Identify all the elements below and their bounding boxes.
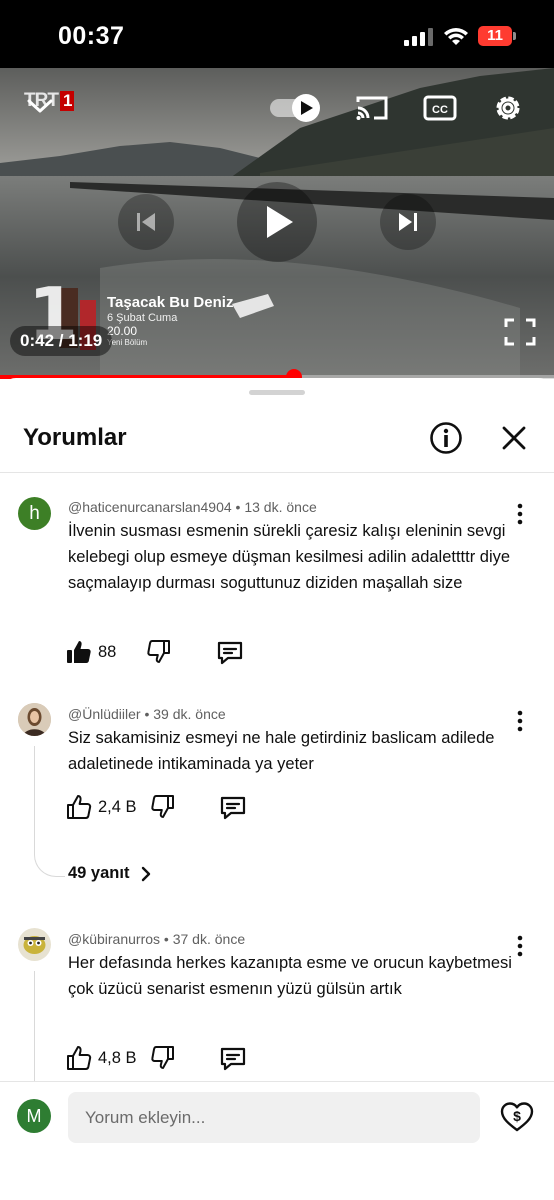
comment-actions: 4,8 B [66,1043,366,1073]
thumbs-up-icon [67,795,92,819]
meta-separator: • [144,706,154,722]
reply-thread-line [34,746,65,877]
comment-age: 37 dk. önce [172,931,246,947]
my-avatar[interactable]: M [17,1099,51,1133]
status-time: 00:37 [58,22,125,50]
svg-text:$: $ [513,1108,521,1124]
promo-date: 6 Şubat Cuma [107,312,178,324]
dislike-button[interactable] [146,639,172,665]
captions-button[interactable]: CC [420,90,460,126]
comment-actions: 88 [66,637,366,667]
cast-button[interactable] [352,90,392,126]
like-button[interactable]: 2,4 B [66,792,137,822]
comment-actions: 2,4 B [66,792,366,822]
comment-author[interactable]: @Ünlüdiiler [68,706,141,722]
fullscreen-button[interactable] [496,310,544,354]
video-timestamp: 0:42 / 1:19 [10,326,113,356]
cc-icon: CC [423,95,457,121]
collapse-button[interactable] [20,88,60,124]
close-button[interactable] [498,422,530,454]
next-icon [399,213,417,231]
avatar[interactable] [18,928,51,961]
autoplay-toggle-icon [270,94,320,122]
previous-button[interactable] [118,194,174,250]
time-separator: / [54,331,69,350]
reply-comment-icon [220,796,246,820]
gear-icon [496,96,520,120]
svg-text:CC: CC [432,104,448,116]
current-time: 0:42 [20,331,55,350]
chevron-down-icon [27,99,53,113]
avatar[interactable] [18,703,51,736]
reply-comment-icon [220,1047,246,1071]
like-count: 88 [98,642,117,661]
dislike-button[interactable] [150,1045,176,1071]
comment-meta: @kübiranurros • 37 dk. önce [68,931,245,947]
comment-compose-bar: M $ [0,1081,554,1200]
play-icon [267,206,293,238]
chevron-right-icon [142,866,151,881]
comment-input[interactable] [68,1092,480,1143]
info-icon [430,422,462,454]
info-button[interactable] [428,420,464,456]
comment-meta: @Ünlüdiiler • 39 dk. önce [68,706,226,722]
like-button[interactable]: 88 [66,637,116,667]
comment-author[interactable]: @haticenurcanarslan4904 [68,499,232,515]
comments-title: Yorumlar [23,424,127,451]
header-divider [0,472,554,473]
reply-button[interactable] [216,639,244,667]
like-count: 2,4 B [98,797,137,816]
previous-icon [137,213,155,231]
like-button[interactable]: 4,8 B [66,1043,137,1073]
reply-button[interactable] [219,794,247,822]
thumbs-up-icon [67,1046,92,1070]
comment-text: Siz sakamisiniz esmeyi ne hale getirdini… [68,729,495,773]
reply-comment-icon [217,641,243,665]
heart-dollar-icon: $ [500,1102,534,1132]
thumbs-down-icon [147,640,170,663]
comments-sheet: Yorumlar h @haticenurcanarslan4904 • 13 … [0,378,554,1199]
channel-logo-number: 1 [59,91,75,111]
cast-icon [356,96,388,120]
video-player[interactable]: TRT 1 CC 1 Taşacak Bu Deniz 6 Şubat Cuma… [0,68,554,378]
view-replies-button[interactable]: 49 yanıt [68,864,155,883]
reply-button[interactable] [219,1045,247,1073]
autoplay-toggle[interactable] [268,92,322,124]
thumbs-up-filled-icon [67,641,91,663]
drag-handle[interactable] [249,390,305,395]
comment-text: İlvenin susması esmenin sürekli çaresiz … [68,522,511,592]
settings-button[interactable] [488,88,528,128]
meta-separator: • [163,931,173,947]
battery-indicator: 11 [478,26,512,46]
battery-tip [513,32,516,40]
comment-meta: @haticenurcanarslan4904 • 13 dk. önce [68,499,317,515]
avatar-photo [18,703,51,736]
avatar[interactable]: h [18,497,51,530]
like-count: 4,8 B [98,1048,137,1067]
comment-author[interactable]: @kübiranurros [68,931,160,947]
super-thanks-button[interactable]: $ [499,1099,535,1135]
thumbs-down-icon [151,795,174,818]
thumbs-down-icon [151,1046,174,1069]
promo-time: 20.00 [107,324,138,338]
dislike-button[interactable] [150,794,176,820]
next-button[interactable] [380,194,436,250]
duration: 1:19 [68,331,103,350]
close-icon [502,426,526,450]
wifi-icon [444,28,468,45]
status-bar: 00:37 11 [0,0,554,68]
comment-age: 13 dk. önce [244,499,317,515]
comment-text: Her defasında herkes kazanıpta esme ve o… [68,954,512,998]
avatar-photo [18,928,51,961]
play-button[interactable] [237,182,317,262]
promo-title: Taşacak Bu Deniz [107,294,234,311]
battery-level: 11 [487,27,503,44]
comment-age: 39 dk. önce [153,706,226,722]
replies-count: 49 yanıt [68,864,130,882]
promo-note: Yeni Bölüm [107,338,148,347]
cellular-signal-icon [404,28,433,46]
fullscreen-icon [504,318,536,346]
